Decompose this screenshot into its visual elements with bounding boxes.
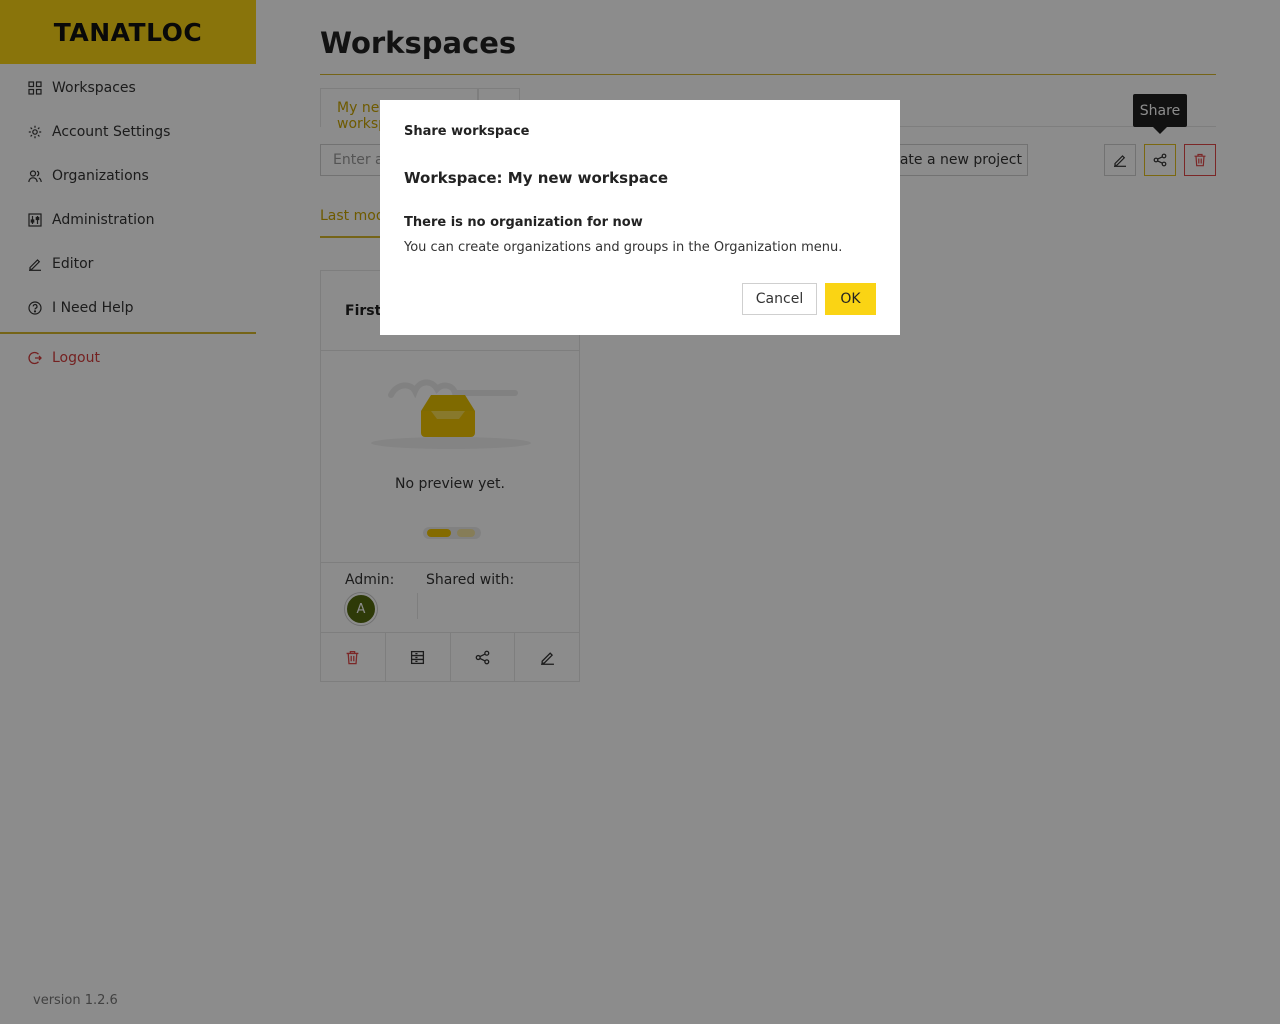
dialog-workspace-name: Workspace: My new workspace	[404, 169, 669, 187]
no-organization-heading: There is no organization for now	[404, 215, 643, 230]
share-workspace-dialog: Share workspace Workspace: My new worksp…	[380, 100, 900, 335]
cancel-button[interactable]: Cancel	[742, 283, 817, 315]
ok-button[interactable]: OK	[825, 283, 876, 315]
dialog-title: Share workspace	[404, 124, 530, 139]
no-organization-text: You can create organizations and groups …	[404, 240, 843, 255]
